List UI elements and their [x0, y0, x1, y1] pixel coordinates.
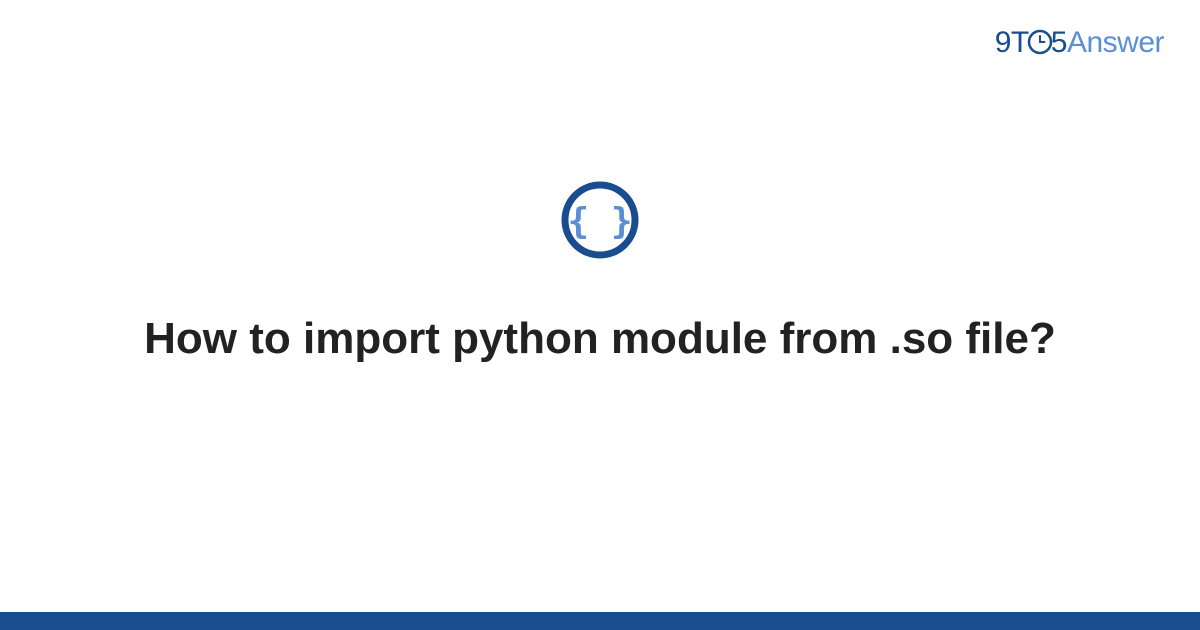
page-title: How to import python module from .so fil… [144, 309, 1056, 368]
svg-text:{ }: { } [567, 201, 632, 242]
code-braces-icon: { } [561, 181, 639, 259]
footer-bar [0, 612, 1200, 630]
main-content: { } How to import python module from .so… [0, 0, 1200, 630]
